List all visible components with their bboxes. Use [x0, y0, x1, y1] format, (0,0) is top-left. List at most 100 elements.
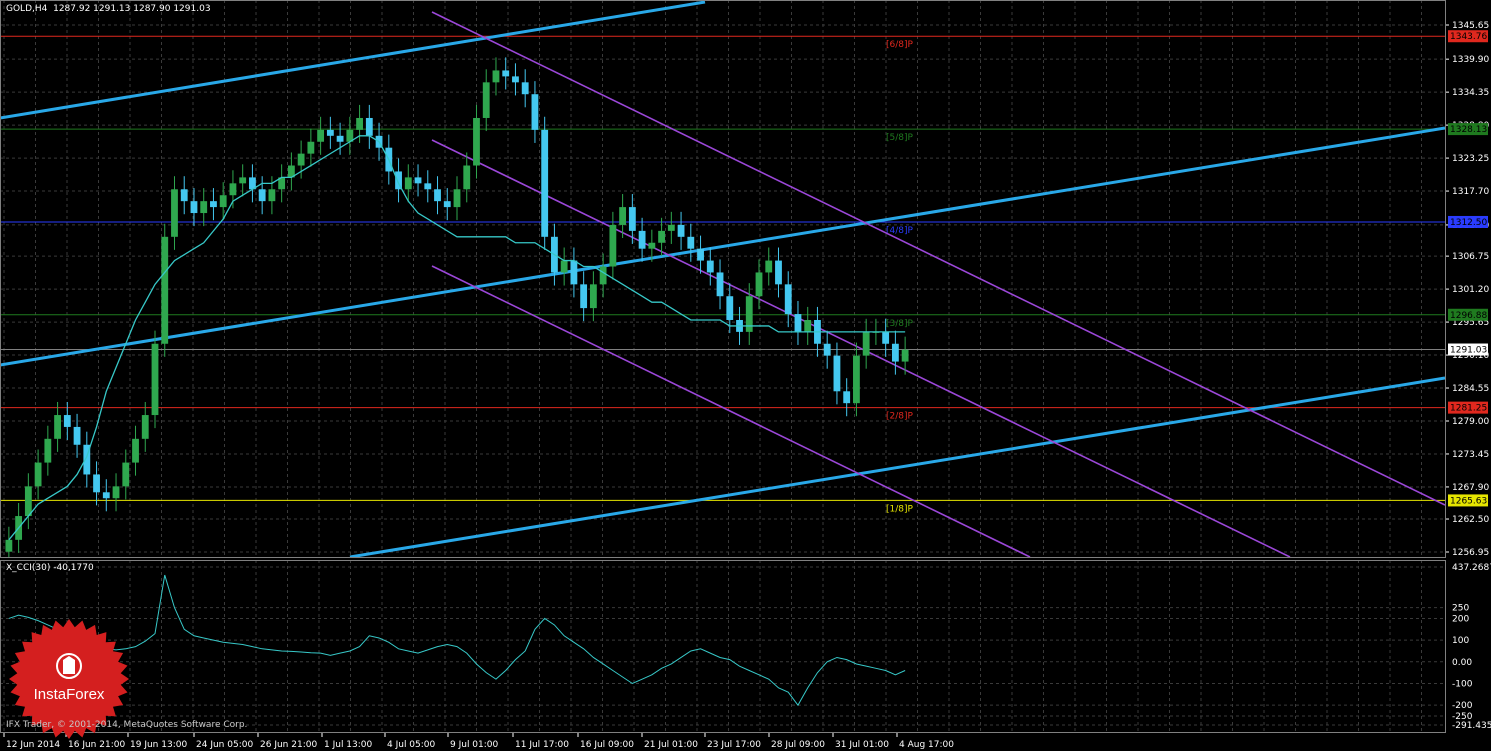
- x-tick-label: 28 Jul 09:00: [771, 740, 825, 750]
- candle-body: [619, 207, 627, 225]
- candle-body: [901, 349, 909, 362]
- symbol-label: GOLD,H4: [6, 4, 48, 14]
- x-tick-label: 23 Jul 17:00: [707, 740, 761, 750]
- ind-tick-label: 437.2687: [1452, 563, 1491, 573]
- candle-body: [580, 284, 588, 309]
- candle-body: [54, 415, 61, 439]
- y-tick-label: 1284.55: [1452, 384, 1489, 394]
- candle-body: [667, 224, 675, 231]
- copyright-text: IFX Trader, © 2001-2014, MetaQuotes Soft…: [6, 720, 248, 730]
- candle-body: [443, 201, 451, 208]
- y-tick-label: 1279.00: [1452, 417, 1489, 427]
- candle-body: [239, 177, 247, 184]
- x-tick-label: 16 Jul 09:00: [580, 740, 634, 750]
- logo-text: InstaForex: [33, 686, 105, 703]
- y-tick-label: 1334.35: [1452, 88, 1489, 98]
- candle-body: [589, 284, 597, 309]
- y-tick-label: 1317.70: [1452, 187, 1489, 197]
- candle-body: [122, 462, 130, 487]
- candle-body: [862, 331, 870, 356]
- candle-body: [541, 129, 549, 237]
- candle-body: [336, 135, 344, 142]
- candle-body: [492, 70, 500, 83]
- candle-body: [794, 314, 802, 332]
- candle-body: [297, 153, 305, 166]
- candle-body: [424, 183, 432, 190]
- y-tick-label: 1256.95: [1452, 548, 1489, 558]
- candle-body: [161, 236, 169, 344]
- murrey-label: [1/8]P: [886, 504, 914, 514]
- candle-body: [843, 391, 851, 404]
- x-tick-label: 4 Jul 05:00: [387, 740, 436, 750]
- y-tick-label: 1301.20: [1452, 285, 1489, 295]
- candle-body: [63, 415, 71, 427]
- indicator-title: X_CCI(30) -40,1770: [6, 563, 94, 573]
- candle-body: [521, 82, 529, 95]
- candle-body: [326, 129, 334, 136]
- y-tick-label: 1345.65: [1452, 21, 1489, 31]
- candle-body: [804, 319, 812, 332]
- candle-body: [502, 70, 510, 77]
- candle-body: [482, 82, 490, 118]
- price-label-text: 1328.13: [1450, 125, 1487, 135]
- x-tick-label: 31 Jul 01:00: [835, 740, 889, 750]
- candle-body: [190, 201, 198, 214]
- x-tick-label: 19 Jun 13:00: [130, 740, 187, 750]
- ind-tick-label: 250: [1452, 604, 1469, 614]
- candle-body: [512, 76, 519, 83]
- candle-body: [706, 260, 714, 273]
- ind-tick-label: -200: [1452, 701, 1473, 711]
- candle-body: [258, 189, 266, 202]
- candle-body: [648, 242, 656, 249]
- candle-body: [5, 539, 13, 552]
- candle-body: [658, 230, 665, 243]
- candle-body: [414, 177, 422, 184]
- y-tick-label: 1306.75: [1452, 252, 1489, 262]
- x-tick-label: 9 Jul 01:00: [450, 740, 499, 750]
- ind-tick-label: 0.00: [1452, 658, 1472, 668]
- x-tick-label: 16 Jun 21:00: [68, 740, 125, 750]
- candle-body: [775, 260, 782, 285]
- candle-body: [531, 94, 539, 130]
- ind-tick-label: 200: [1452, 614, 1469, 624]
- current-price-text: 1291.03: [1450, 346, 1487, 356]
- candle-body: [628, 207, 636, 231]
- candle-body: [210, 201, 217, 208]
- candle-body: [453, 189, 461, 208]
- candle-body: [570, 260, 578, 285]
- candle-body: [853, 355, 860, 404]
- candle-body: [141, 415, 149, 439]
- candle-body: [132, 438, 139, 463]
- cyan-channel-line: [0, 0, 706, 120]
- y-tick-label: 1323.25: [1452, 154, 1489, 164]
- indicator-frame: [0, 560, 1446, 733]
- y-tick-label: 1273.45: [1452, 450, 1489, 460]
- candle-body: [891, 343, 899, 362]
- price-label-text: 1343.76: [1450, 32, 1487, 42]
- ohlc-label: 1287.92 1291.13 1287.90 1291.03: [53, 4, 211, 14]
- x-tick-label: 11 Jul 17:00: [515, 740, 569, 750]
- violet-channel-line: [431, 11, 1445, 506]
- candle-body: [609, 224, 617, 267]
- chart-title: GOLD,H4 1287.92 1291.13 1287.90 1291.03: [6, 4, 211, 14]
- x-tick-label: 21 Jul 01:00: [644, 740, 698, 750]
- candle-body: [823, 343, 831, 356]
- candle-body: [463, 165, 471, 190]
- indicator-grid: [0, 560, 1445, 732]
- candle-body: [677, 224, 685, 237]
- candle-body: [219, 195, 227, 208]
- candle-body: [44, 438, 52, 463]
- candle-body: [716, 272, 724, 297]
- murrey-label: [3/8]P: [886, 319, 914, 329]
- murrey-label: [6/8]P: [886, 40, 914, 50]
- candle-body: [200, 201, 208, 214]
- candle-body: [833, 355, 841, 392]
- candle-body: [755, 272, 763, 297]
- candle-body: [882, 331, 890, 344]
- candle-body: [112, 486, 120, 499]
- candle-body: [560, 260, 568, 273]
- price-label-text: 1296.88: [1450, 311, 1487, 321]
- candle-body: [726, 296, 734, 320]
- x-tick-label: 1 Jul 13:00: [324, 740, 373, 750]
- candle-body: [317, 129, 325, 142]
